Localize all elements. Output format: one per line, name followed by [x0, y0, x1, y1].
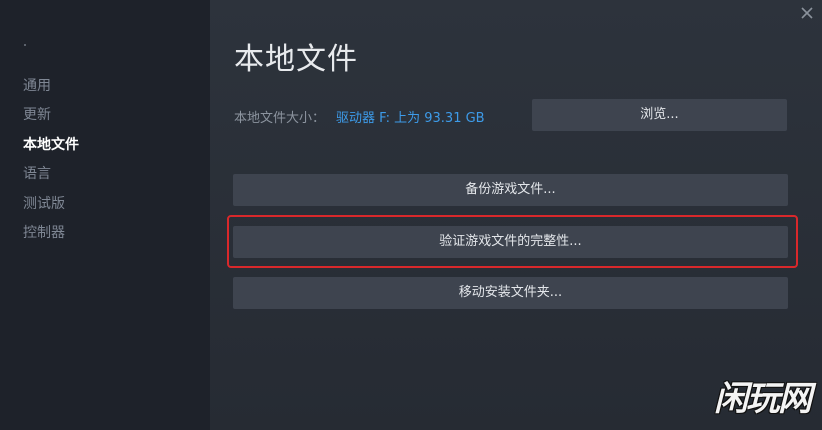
sidebar-item-local-files[interactable]: 本地文件 — [23, 136, 79, 154]
page-title: 本地文件 — [234, 42, 358, 77]
sidebar-item-betas[interactable]: 测试版 — [23, 195, 65, 213]
sidebar-item-language[interactable]: 语言 — [23, 165, 51, 183]
local-file-size-label: 本地文件大小： — [234, 111, 326, 126]
sidebar-item-controller[interactable]: 控制器 — [23, 224, 65, 242]
sidebar-dot — [24, 44, 26, 46]
browse-button[interactable]: 浏览... — [532, 99, 787, 131]
highlight-annotation-box — [227, 215, 798, 268]
sidebar-item-general[interactable]: 通用 — [23, 77, 51, 95]
move-install-folder-button[interactable]: 移动安装文件夹... — [233, 277, 788, 309]
sidebar: 通用 更新 本地文件 语言 测试版 控制器 — [0, 0, 210, 430]
close-icon[interactable] — [798, 4, 816, 22]
sidebar-item-updates[interactable]: 更新 — [23, 106, 51, 124]
backup-game-files-button[interactable]: 备份游戏文件... — [233, 174, 788, 206]
watermark-logo: 闲玩网 — [714, 379, 812, 419]
local-file-size-link[interactable]: 驱动器 F: 上为 93.31 GB — [336, 107, 485, 126]
